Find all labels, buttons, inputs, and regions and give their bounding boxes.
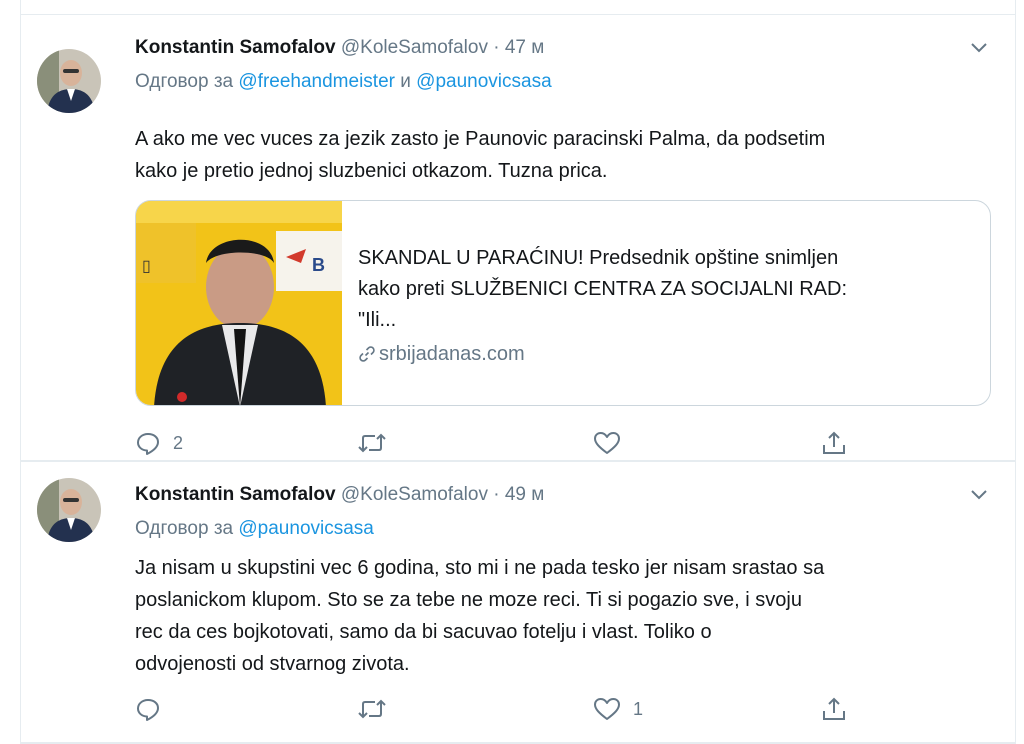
timestamp[interactable]: 49 м (505, 484, 544, 505)
tweet-text-line: kako je pretio jednoj sluzbenici otkazom… (135, 160, 608, 182)
card-title-line: SKANDAL U PARAĆINU! Predsednik opštine s… (358, 247, 839, 269)
author-handle[interactable]: @KoleSamofalov (341, 37, 488, 58)
card-title-line: kako preti SLUŽBENICI CENTRA ZA SOCIJALN… (358, 278, 848, 300)
avatar[interactable] (37, 478, 101, 542)
reply-context: Одговор за @paunovicsasa (135, 516, 374, 542)
tweet-actions: 2 (135, 428, 895, 458)
retweet-button[interactable] (357, 428, 399, 458)
tweet-actions: 1 (135, 694, 895, 724)
card-title-line: "Ili... (358, 309, 397, 331)
share-icon (823, 431, 845, 454)
reply-button[interactable]: 2 (135, 428, 183, 458)
share-button[interactable] (821, 694, 847, 724)
tweet-text-line: Ja nisam u skupstini vec 6 godina, sto m… (135, 557, 825, 579)
chevron-down-icon[interactable] (969, 488, 989, 502)
card-title: SKANDAL U PARAĆINU! Predsednik opštine s… (358, 243, 978, 336)
svg-text:B: B (312, 255, 325, 275)
reply-prefix: Одговор за (135, 71, 234, 92)
tweet-text-line: A ako me vec vuces za jezik zasto je Pau… (135, 128, 826, 150)
tweet-text-line: odvojenosti od stvarnog zivota. (135, 653, 410, 675)
like-count: 1 (633, 698, 644, 719)
svg-text:▯: ▯ (142, 258, 151, 275)
tweet[interactable]: Konstantin Samofalov @KoleSamofalov · 49… (21, 462, 1015, 744)
reply-joiner: и (400, 71, 411, 92)
tweet-text: Ja nisam u skupstini vec 6 godina, sto m… (135, 552, 995, 680)
author-name[interactable]: Konstantin Samofalov (135, 484, 336, 505)
tweet[interactable]: Konstantin Samofalov @KoleSamofalov · 47… (21, 15, 1015, 460)
mention-link[interactable]: @paunovicsasa (416, 71, 551, 92)
reply-prefix: Одговор за (135, 518, 234, 539)
card-domain-text: srbijadanas.com (379, 343, 525, 365)
avatar[interactable] (37, 49, 101, 113)
separator-dot: · (493, 484, 500, 505)
tweet-text-line: rec da ces bojkotovati, samo da bi sacuv… (135, 621, 712, 643)
share-icon (823, 697, 845, 720)
author-name[interactable]: Konstantin Samofalov (135, 37, 336, 58)
reply-count: 2 (173, 432, 184, 453)
link-icon (359, 346, 375, 362)
mention-link[interactable]: @freehandmeister (238, 71, 395, 92)
link-card[interactable]: ▯ B SKANDAL U PARAĆINU! Predsednik opšti… (135, 200, 991, 406)
reply-icon (137, 433, 159, 455)
chevron-down-icon[interactable] (969, 41, 989, 55)
tweet-text: A ako me vec vuces za jezik zasto je Pau… (135, 123, 995, 187)
card-domain: srbijadanas.com (358, 341, 525, 367)
reply-button[interactable] (135, 694, 173, 724)
tweet-header: Konstantin Samofalov @KoleSamofalov · 47… (135, 35, 544, 61)
reply-icon (137, 699, 159, 721)
share-button[interactable] (821, 428, 847, 458)
author-handle[interactable]: @KoleSamofalov (341, 484, 488, 505)
mention-link[interactable]: @paunovicsasa (238, 518, 373, 539)
like-icon (594, 698, 620, 720)
like-button[interactable] (593, 428, 633, 458)
timestamp[interactable]: 47 м (505, 37, 544, 58)
retweet-button[interactable] (357, 694, 399, 724)
retweet-icon (358, 433, 386, 453)
like-icon (594, 432, 620, 454)
tweet-text-line: poslanickom klupom. Sto se za tebe ne mo… (135, 589, 802, 611)
card-thumbnail: ▯ B (136, 201, 342, 405)
retweet-icon (358, 699, 386, 719)
separator-dot: · (493, 37, 500, 58)
like-button[interactable]: 1 (593, 694, 643, 724)
tweet-header: Konstantin Samofalov @KoleSamofalov · 49… (135, 482, 544, 508)
reply-context: Одговор за @freehandmeister и @paunovics… (135, 69, 552, 95)
